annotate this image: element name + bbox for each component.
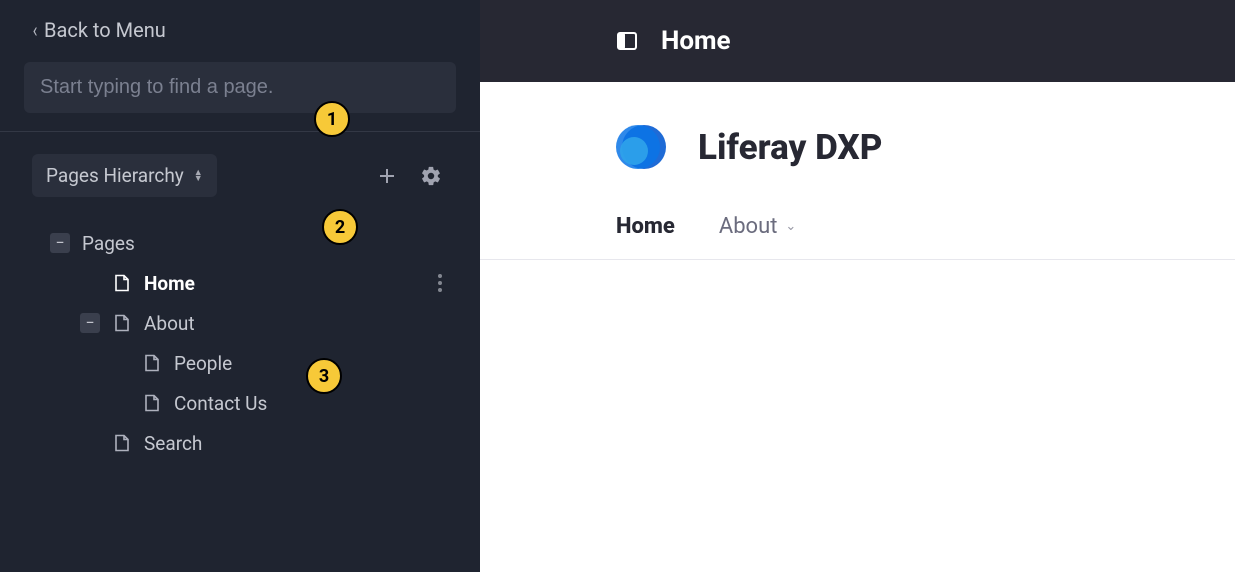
main-content: Home Liferay DXP Home About ⌄ xyxy=(480,0,1235,572)
add-page-button[interactable] xyxy=(370,159,404,193)
tree-item-home[interactable]: Home xyxy=(50,263,450,303)
page-icon xyxy=(142,353,162,373)
back-to-menu-link[interactable]: ‹ Back to Menu xyxy=(0,0,480,56)
page-icon xyxy=(142,393,162,413)
brand-name: Liferay DXP xyxy=(698,127,882,168)
annotation-callout-1: 1 xyxy=(314,101,350,137)
tree-item-about[interactable]: − About xyxy=(50,303,450,343)
panel-icon xyxy=(615,29,639,53)
brand-logo xyxy=(614,120,668,174)
search-input[interactable] xyxy=(24,62,456,113)
chevron-down-icon: ⌄ xyxy=(785,219,796,234)
page-icon xyxy=(112,433,132,453)
tree-root-label: Pages xyxy=(82,232,450,255)
nav-item-label: Home xyxy=(616,214,675,239)
nav-item-about[interactable]: About ⌄ xyxy=(719,214,796,239)
brand-bar: Liferay DXP xyxy=(480,82,1235,214)
panel-toggle-button[interactable] xyxy=(615,29,639,53)
tree-item-search[interactable]: Search xyxy=(50,423,450,463)
chevron-left-icon: ‹ xyxy=(33,18,38,42)
nav-item-label: About xyxy=(719,214,778,239)
settings-button[interactable] xyxy=(414,159,448,193)
page-title: Home xyxy=(661,26,731,56)
tree-item-label: Search xyxy=(144,432,450,455)
gear-icon xyxy=(420,165,442,187)
view-dropdown-label: Pages Hierarchy xyxy=(46,164,184,187)
collapse-icon[interactable]: − xyxy=(50,233,70,253)
collapse-icon[interactable]: − xyxy=(80,313,100,333)
search-container xyxy=(0,56,480,132)
tree-item-people[interactable]: People xyxy=(50,343,450,383)
page-icon xyxy=(112,313,132,333)
row-actions-button[interactable] xyxy=(430,274,450,292)
page-icon xyxy=(112,273,132,293)
page-tree: − Pages Home − About People xyxy=(0,211,480,463)
tree-root[interactable]: − Pages xyxy=(50,223,450,263)
main-header: Home xyxy=(480,0,1235,82)
annotation-callout-3: 3 xyxy=(306,358,342,394)
sidebar: ‹ Back to Menu Pages Hierarchy ▲▼ − Page… xyxy=(0,0,480,572)
tree-item-label: Contact Us xyxy=(174,392,450,415)
tree-item-contact-us[interactable]: Contact Us xyxy=(50,383,450,423)
tree-item-label: Home xyxy=(144,272,418,295)
sidebar-toolbar: Pages Hierarchy ▲▼ xyxy=(0,132,480,211)
sort-icon: ▲▼ xyxy=(194,170,203,182)
site-nav: Home About ⌄ xyxy=(480,214,1235,260)
annotation-callout-2: 2 xyxy=(322,209,358,245)
back-label: Back to Menu xyxy=(44,18,166,42)
nav-item-home[interactable]: Home xyxy=(616,214,675,239)
view-dropdown[interactable]: Pages Hierarchy ▲▼ xyxy=(32,154,217,197)
plus-icon xyxy=(377,166,397,186)
tree-item-label: About xyxy=(144,312,450,335)
